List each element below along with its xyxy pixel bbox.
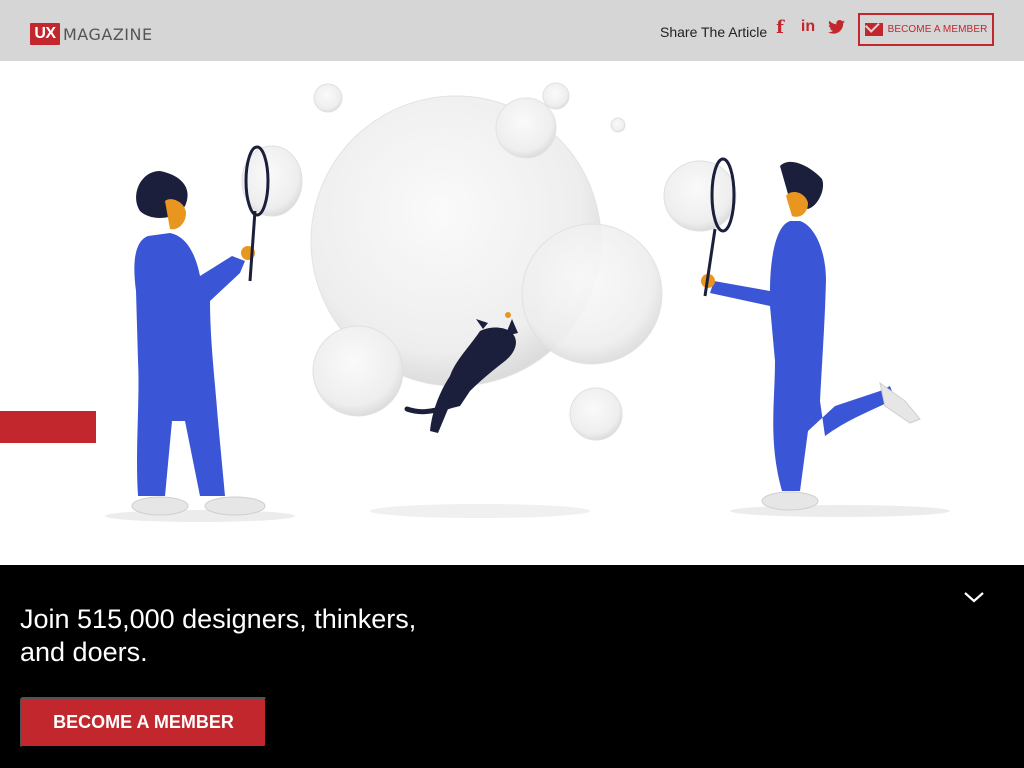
become-member-header-label: BECOME A MEMBER	[887, 24, 988, 35]
twitter-icon[interactable]	[826, 17, 846, 37]
chevron-down-icon[interactable]	[962, 589, 986, 605]
side-accent-tab	[0, 411, 96, 443]
membership-banner: Join 515,000 designers, thinkers, and do…	[0, 565, 1024, 768]
headline-line-2: and doers.	[20, 637, 148, 667]
mail-icon	[864, 23, 883, 36]
become-member-cta-button[interactable]: BECOME A MEMBER	[20, 697, 267, 748]
share-label: Share The Article	[660, 24, 768, 40]
site-header: UX MAGAZINE Share The Article f in BECOM…	[0, 0, 1024, 61]
logo-mark: UX	[30, 23, 60, 45]
linkedin-icon[interactable]: in	[798, 17, 818, 37]
become-member-header-button[interactable]: BECOME A MEMBER	[858, 13, 994, 46]
membership-headline: Join 515,000 designers, thinkers, and do…	[20, 603, 460, 669]
facebook-icon[interactable]: f	[770, 17, 790, 38]
logo-text: MAGAZINE	[63, 24, 153, 44]
headline-line-1: Join 515,000 designers, thinkers,	[20, 604, 417, 634]
ux-magazine-logo[interactable]: UX MAGAZINE	[30, 23, 153, 45]
hero-illustration	[0, 61, 1024, 565]
bubble-chasers-illustration	[105, 82, 950, 522]
